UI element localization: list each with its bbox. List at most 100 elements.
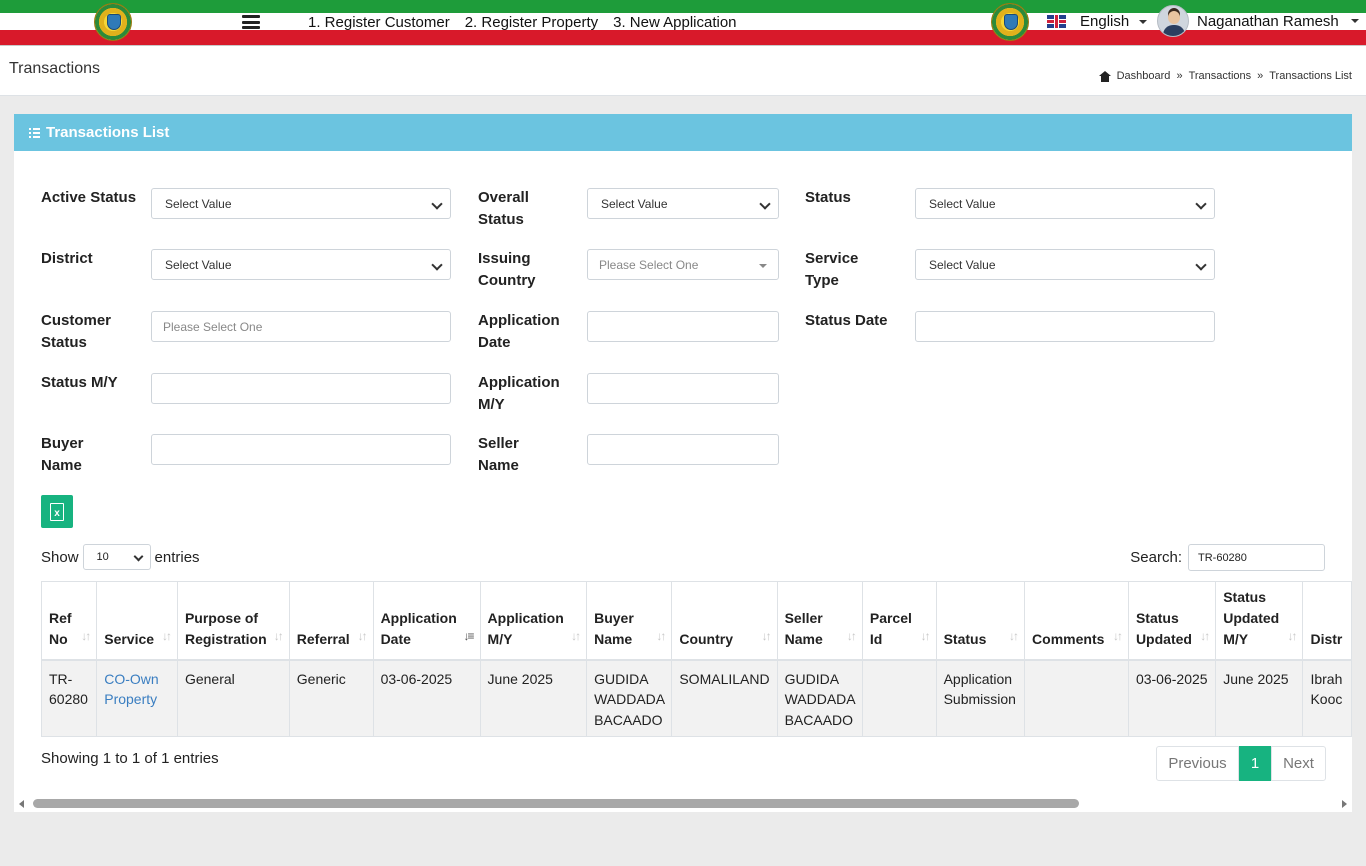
- list-icon: [29, 127, 40, 138]
- page-1-button[interactable]: 1: [1239, 746, 1271, 781]
- search-input[interactable]: TR-60280: [1188, 544, 1325, 571]
- table-header-row: Ref No ↓↑ Service ↓↑ Purpose of Registrati…: [40, 581, 1352, 661]
- cell-status-updated: 03-06-2025: [1127, 659, 1217, 737]
- col-service[interactable]: Service ↓↑: [96, 581, 178, 661]
- card-header: Transactions List: [14, 114, 1352, 151]
- next-page-button[interactable]: Next: [1271, 746, 1326, 781]
- page-header: Transactions Dashboard » Transactions » …: [0, 46, 1366, 96]
- col-status-updated[interactable]: Status Updated ↓↑: [1127, 581, 1217, 661]
- seller-name-input[interactable]: [587, 434, 779, 465]
- col-ref-no[interactable]: Ref No ↓↑: [40, 581, 98, 661]
- user-menu[interactable]: Naganathan Ramesh: [1157, 5, 1359, 37]
- col-comments[interactable]: Comments ↓↑: [1024, 581, 1129, 661]
- scrollbar-thumb[interactable]: [33, 799, 1079, 808]
- uk-flag-icon: [1047, 15, 1066, 28]
- col-seller-name[interactable]: Seller Name ↓↑: [776, 581, 863, 661]
- application-my-input[interactable]: [587, 373, 779, 404]
- status-my-input[interactable]: [151, 373, 451, 404]
- col-buyer-name[interactable]: Buyer Name ↓↑: [586, 581, 673, 661]
- seller-name-label: Seller Name: [478, 435, 519, 474]
- active-status-label: Active Status: [41, 189, 137, 206]
- top-navbar: 1. Register Customer 2. Register Propert…: [0, 0, 1366, 46]
- page-length-control: Show 10 entries: [41, 544, 200, 570]
- sort-icon: ↓↑: [1200, 628, 1210, 643]
- excel-file-icon: x: [50, 502, 64, 521]
- avatar: [1157, 5, 1189, 37]
- application-date-input[interactable]: [587, 311, 779, 342]
- menu-toggle-icon[interactable]: [242, 15, 260, 29]
- emblem-logo-left[interactable]: [94, 3, 132, 41]
- overall-status-select[interactable]: Select Value: [587, 188, 779, 219]
- cell-application-my: June 2025: [479, 659, 588, 737]
- table-info: Showing 1 to 1 of 1 entries: [41, 750, 219, 767]
- buyer-name-input[interactable]: [151, 434, 451, 465]
- cell-service-link[interactable]: CO-Own Property: [96, 659, 178, 737]
- status-my-label: Status M/Y: [41, 374, 118, 391]
- buyer-name-label: Buyer Name: [41, 435, 84, 474]
- overall-status-label: Overall Status: [478, 189, 529, 228]
- col-referral[interactable]: Referral ↓↑: [288, 581, 374, 661]
- home-icon[interactable]: [1098, 70, 1111, 82]
- sort-icon: ↓↑: [161, 628, 172, 643]
- sort-icon: ↓↑: [656, 628, 666, 643]
- col-country[interactable]: Country ↓↑: [671, 581, 778, 661]
- cell-referral: Generic: [288, 659, 374, 737]
- col-parcel-id[interactable]: Parcel Id ↓↑: [861, 581, 937, 661]
- application-my-label: Application M/Y: [478, 374, 560, 413]
- page-length-select[interactable]: 10: [82, 544, 151, 570]
- customer-status-input[interactable]: Please Select One: [151, 311, 451, 342]
- breadcrumb-dashboard[interactable]: Dashboard: [1117, 70, 1171, 82]
- district-select[interactable]: Select Value: [151, 249, 451, 280]
- breadcrumb-separator: »: [1176, 70, 1183, 82]
- application-date-label: Application Date: [478, 312, 560, 351]
- sort-icon: ↓↑: [920, 628, 931, 643]
- cell-comments: [1024, 659, 1129, 737]
- col-status-updated-my[interactable]: Status Updated M/Y ↓↑: [1215, 581, 1304, 661]
- breadcrumb-separator: »: [1257, 70, 1264, 82]
- customer-status-label: Customer Status: [41, 312, 112, 351]
- cell-district: Ibrah Kooc: [1302, 659, 1352, 737]
- card-title: Transactions List: [46, 124, 170, 141]
- col-district[interactable]: Distr: [1302, 581, 1352, 661]
- breadcrumb-transactions[interactable]: Transactions: [1189, 70, 1252, 82]
- col-application-date[interactable]: Application Date ↓≡: [372, 581, 481, 661]
- emblem-logo-right: [991, 3, 1029, 41]
- col-purpose[interactable]: Purpose of Registration ↓↑: [176, 581, 290, 661]
- sort-icon: ↓↑: [846, 628, 857, 643]
- nav-register-property[interactable]: 2. Register Property: [465, 13, 598, 32]
- cell-buyer-name: GUDIDA WADDADA BACAADO: [586, 659, 673, 737]
- nav-new-application[interactable]: 3. New Application: [613, 13, 736, 32]
- cell-status-updated-my: June 2025: [1215, 659, 1304, 737]
- breadcrumb-transactions-list: Transactions List: [1269, 70, 1352, 82]
- show-label: Show: [41, 548, 79, 566]
- language-dropdown[interactable]: English: [1047, 12, 1148, 31]
- scroll-left-icon[interactable]: [19, 800, 24, 808]
- cell-status: Application Submission: [935, 659, 1026, 737]
- issuing-country-select[interactable]: Please Select One: [587, 249, 779, 280]
- status-date-input[interactable]: [915, 311, 1215, 342]
- pagination: Previous 1 Next: [1156, 746, 1326, 781]
- previous-page-button[interactable]: Previous: [1156, 746, 1239, 781]
- status-select[interactable]: Select Value: [915, 188, 1215, 219]
- sort-icon: ↓↑: [357, 628, 368, 643]
- sort-icon: ↓↑: [1009, 628, 1019, 643]
- horizontal-scrollbar[interactable]: [14, 796, 1352, 812]
- page-title: Transactions: [9, 60, 100, 77]
- chevron-down-icon: [1350, 19, 1359, 23]
- scroll-right-icon[interactable]: [1342, 800, 1347, 808]
- table-search: Search: TR-60280: [1130, 544, 1325, 571]
- export-excel-button[interactable]: x: [41, 495, 73, 528]
- nav-register-customer[interactable]: 1. Register Customer: [308, 13, 450, 32]
- col-application-my[interactable]: Application M/Y ↓↑: [479, 581, 588, 661]
- transactions-card: Transactions List Active Status Select V…: [14, 114, 1352, 812]
- col-status[interactable]: Status ↓↑: [935, 581, 1026, 661]
- status-label: Status: [805, 189, 851, 206]
- cell-purpose: General: [176, 659, 290, 737]
- sort-icon: ↓↑: [571, 628, 581, 643]
- active-status-select[interactable]: Select Value: [151, 188, 451, 219]
- language-label: English: [1080, 13, 1130, 30]
- service-type-select[interactable]: Select Value: [915, 249, 1215, 280]
- cell-country: SOMALILAND: [671, 659, 778, 737]
- breadcrumb: Dashboard » Transactions » Transactions …: [1098, 70, 1352, 82]
- district-label: District: [41, 250, 93, 267]
